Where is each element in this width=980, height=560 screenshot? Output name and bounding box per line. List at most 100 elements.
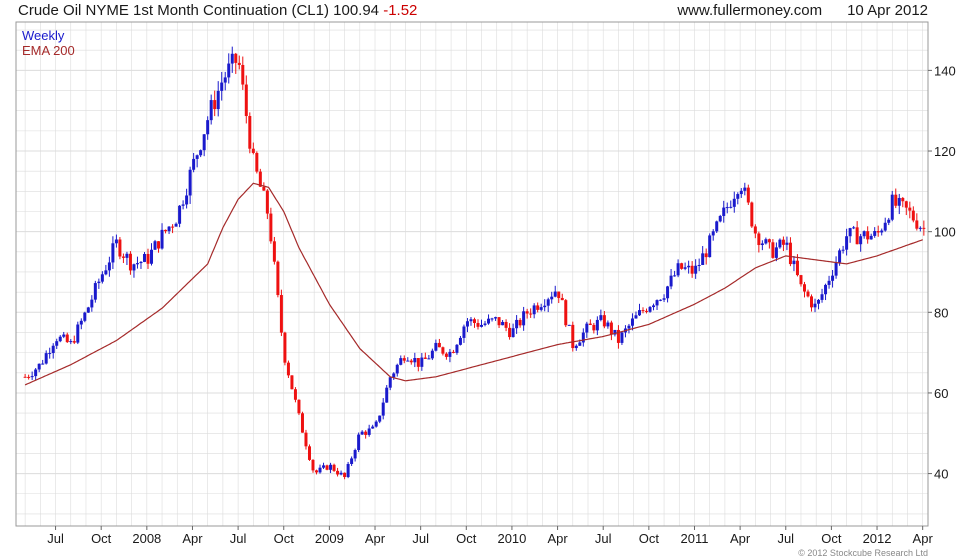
- candle-up: [374, 421, 378, 427]
- candle-down: [402, 358, 406, 361]
- candle-up: [859, 236, 863, 245]
- candle-up: [199, 150, 203, 156]
- candle-down: [72, 341, 76, 343]
- candle-up: [399, 358, 403, 365]
- y-axis: 40 60 80 100 120 140: [928, 63, 956, 482]
- candle-down: [300, 413, 304, 433]
- candle-up: [90, 299, 94, 308]
- x-tick-label: Jul: [47, 531, 64, 546]
- candle-up: [51, 345, 55, 354]
- candle-up: [595, 319, 599, 331]
- candle-down: [364, 431, 368, 435]
- candle-up: [567, 324, 571, 326]
- candle-up: [167, 226, 171, 232]
- candle-down: [27, 376, 31, 378]
- candle-down: [241, 64, 245, 85]
- candle-up: [392, 373, 396, 378]
- y-tick-label: 80: [934, 305, 948, 320]
- candle-down: [536, 305, 540, 310]
- candle-up: [378, 415, 382, 422]
- candle-down: [641, 310, 645, 312]
- candle-up: [195, 155, 199, 159]
- x-axis: Jul Oct 2008 Apr Jul Oct 2009 Apr Jul Oct 2010 Apr J…: [47, 526, 933, 546]
- x-tick-label: 2009: [315, 531, 344, 546]
- candle-up: [634, 315, 638, 319]
- candle-up: [469, 319, 473, 322]
- y-tick-label: 140: [934, 63, 956, 78]
- candle-up: [813, 303, 817, 308]
- candle-down: [911, 210, 915, 221]
- candle-up: [722, 207, 726, 216]
- candle-up: [434, 342, 438, 351]
- candle-up: [834, 262, 838, 276]
- x-tick-label: Apr: [547, 531, 568, 546]
- candle-down: [560, 297, 564, 301]
- candle-up: [395, 364, 399, 374]
- x-tick-label: Apr: [365, 531, 386, 546]
- candle-up: [848, 228, 852, 237]
- candle-up: [673, 275, 677, 277]
- candle-down: [781, 239, 785, 245]
- candle-up: [522, 311, 526, 326]
- candle-up: [715, 221, 719, 232]
- candle-up: [648, 307, 652, 312]
- candle-down: [866, 231, 870, 240]
- candle-down: [795, 260, 799, 276]
- candle-down: [497, 317, 501, 326]
- chart-legend: Weekly EMA 200: [22, 28, 75, 58]
- candle-up: [550, 296, 554, 300]
- candle-up: [69, 341, 73, 343]
- x-tick-label: Oct: [456, 531, 477, 546]
- candle-up: [125, 253, 129, 258]
- candle-down: [23, 376, 27, 378]
- candle-up: [718, 215, 722, 222]
- candle-down: [121, 256, 125, 258]
- candle-down: [237, 62, 241, 65]
- x-tick-label: Apr: [182, 531, 203, 546]
- candle-up: [86, 307, 90, 313]
- candle-up: [30, 376, 34, 378]
- candle-up: [852, 227, 856, 229]
- candle-up: [487, 318, 491, 324]
- candle-up: [764, 239, 768, 244]
- candle-down: [518, 319, 522, 326]
- candle-down: [901, 197, 905, 202]
- candle-up: [192, 158, 196, 170]
- candle-up: [578, 342, 582, 346]
- candle-up: [778, 239, 782, 248]
- candle-down: [283, 332, 287, 363]
- x-tick-label: Jul: [595, 531, 612, 546]
- candle-up: [406, 360, 410, 362]
- candle-up: [216, 90, 220, 110]
- candle-up: [511, 328, 515, 338]
- candle-down: [757, 233, 761, 246]
- candle-down: [592, 324, 596, 331]
- candle-down: [557, 291, 561, 298]
- candle-down: [602, 315, 606, 327]
- candle-up: [831, 275, 835, 281]
- candle-down: [244, 84, 248, 117]
- candle-up: [697, 264, 701, 266]
- x-tick-label: 2012: [863, 531, 892, 546]
- candle-down: [146, 253, 150, 264]
- candle-up: [206, 120, 210, 135]
- candle-up: [774, 247, 778, 258]
- candle-up: [480, 324, 484, 327]
- candle-down: [311, 459, 315, 471]
- candle-up: [743, 187, 747, 191]
- candle-down: [118, 239, 122, 257]
- candle-up: [329, 464, 333, 470]
- candle-up: [350, 458, 354, 464]
- x-tick-label: Jul: [230, 531, 247, 546]
- candle-up: [880, 230, 884, 233]
- candle-up: [227, 63, 231, 78]
- candle-up: [883, 222, 887, 231]
- candle-down: [164, 229, 168, 232]
- candle-down: [904, 201, 908, 208]
- candle-down: [588, 323, 592, 325]
- candle-down: [157, 241, 161, 249]
- candle-down: [234, 53, 238, 63]
- candle-up: [553, 291, 557, 297]
- candle-up: [97, 281, 101, 284]
- candle-up: [490, 318, 494, 320]
